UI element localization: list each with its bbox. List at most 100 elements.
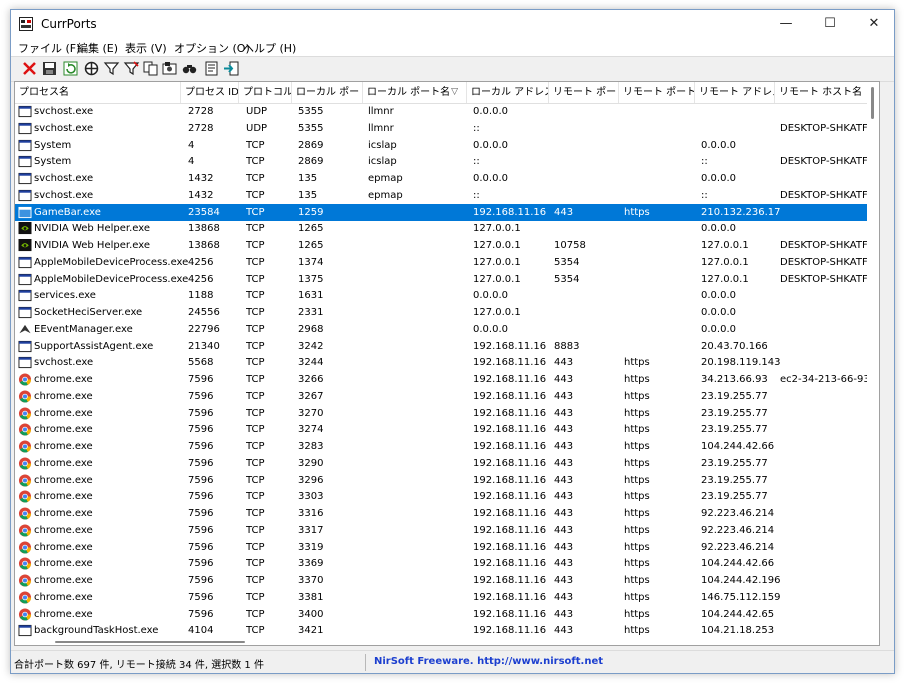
cell-local-address: :: xyxy=(473,156,480,168)
horizontal-scroll-thumb[interactable] xyxy=(55,641,245,643)
copy-icon[interactable] xyxy=(142,60,159,77)
column-header-process-id[interactable]: プロセス ID xyxy=(181,82,239,103)
cell-remote-address: 104.244.42.65 xyxy=(701,608,775,620)
table-row[interactable]: EEventManager.exe 22796 TCP 2968 0.0.0.0 0.0.… xyxy=(15,321,879,338)
properties-icon[interactable] xyxy=(83,60,100,77)
table-row[interactable]: NVIDIA Web Helper.exe 13868 TCP 1265 127.0.0… xyxy=(15,220,879,237)
event-manager-icon xyxy=(19,324,31,333)
html-report-icon[interactable] xyxy=(161,60,178,77)
table-row[interactable]: chrome.exe 7596 TCP 3283 192.168.11.16 443 htt… xyxy=(15,438,879,455)
column-header-remote-address[interactable]: リモート アドレス xyxy=(695,82,775,103)
cell-process-id: 7596 xyxy=(188,390,214,402)
cell-remote-host-name xyxy=(780,622,875,639)
cell-process-name: NVIDIA Web Helper.exe xyxy=(34,240,150,251)
cell-remote-port-name: https xyxy=(624,407,650,419)
table-row[interactable]: chrome.exe 7596 TCP 3316 192.168.11.16 443 htt… xyxy=(15,505,879,522)
refresh-icon[interactable] xyxy=(62,60,79,77)
chrome-icon xyxy=(18,406,32,420)
exit-icon[interactable] xyxy=(223,60,240,77)
table-row[interactable]: chrome.exe 7596 TCP 3274 192.168.11.16 443 htt… xyxy=(15,421,879,438)
table-row[interactable]: GameBar.exe 23584 TCP 1259 192.168.11.16 443 h… xyxy=(15,203,879,221)
cell-local-port: 5355 xyxy=(298,122,324,134)
close-connection-icon[interactable] xyxy=(21,60,38,77)
column-header-remote-port[interactable]: リモート ポート xyxy=(549,82,619,103)
menu-options[interactable]: オプション (O) xyxy=(174,40,250,56)
close-button[interactable]: ✕ xyxy=(852,10,894,38)
minimize-button[interactable]: — xyxy=(764,10,808,38)
table-row[interactable]: chrome.exe 7596 TCP 3381 192.168.11.16 443 htt… xyxy=(15,589,879,606)
table-row[interactable]: chrome.exe 7596 TCP 3317 192.168.11.16 443 htt… xyxy=(15,522,879,539)
table-row[interactable]: services.exe 1188 TCP 1631 0.0.0.0 0.0.0.0 xyxy=(15,287,879,304)
table-row[interactable]: AppleMobileDeviceProcess.exe 4256 TCP 1375 1… xyxy=(15,271,879,288)
table-row[interactable]: chrome.exe 7596 TCP 3270 192.168.11.16 443 htt… xyxy=(15,405,879,422)
vertical-scrollbar[interactable] xyxy=(867,82,879,645)
table-row[interactable]: svchost.exe 2728 UDP 5355 llmnr 0.0.0.0 xyxy=(15,103,879,120)
table-row[interactable]: chrome.exe 7596 TCP 3290 192.168.11.16 443 htt… xyxy=(15,455,879,472)
cell-remote-port: 443 xyxy=(554,357,574,369)
cell-protocol: TCP xyxy=(246,323,265,335)
menu-view[interactable]: 表示 (V) xyxy=(125,40,167,56)
column-header-process-name[interactable]: プロセス名 xyxy=(15,82,181,103)
table-row[interactable]: chrome.exe 7596 TCP 3369 192.168.11.16 443 htt… xyxy=(15,555,879,572)
column-header-local-address[interactable]: ローカル アドレス xyxy=(467,82,549,103)
table-row[interactable]: System 4 TCP 2869 icslap 0.0.0.0 0.0.0.0 xyxy=(15,137,879,154)
filter-icon[interactable] xyxy=(103,60,120,77)
save-icon[interactable] xyxy=(41,60,58,77)
find-icon[interactable] xyxy=(181,60,198,77)
cell-protocol: TCP xyxy=(246,273,265,285)
table-row[interactable]: svchost.exe 2728 UDP 5355 llmnr:: DESKTOP-SHK… xyxy=(15,120,879,137)
cell-process-id: 7596 xyxy=(188,575,214,586)
table-row[interactable]: backgroundTaskHost.exe 4104 TCP 3421 192.168… xyxy=(15,622,879,639)
column-header-local-port[interactable]: ローカル ポート xyxy=(292,82,363,103)
title-bar[interactable]: CurrPorts — ☐ ✕ xyxy=(11,10,894,38)
table-row[interactable]: AppleMobileDeviceProcess.exe 4256 TCP 1374 1… xyxy=(15,254,879,271)
vertical-scroll-thumb[interactable] xyxy=(871,87,874,119)
chrome-icon xyxy=(18,390,32,403)
local-port-name-label: ローカル ポート名 xyxy=(367,87,451,98)
cell-process-id: 4256 xyxy=(188,273,214,285)
table-row[interactable]: chrome.exe 7596 TCP 3296 192.168.11.16 443 htt… xyxy=(15,472,879,489)
table-row[interactable]: SupportAssistAgent.exe 21340 TCP 3242 192.16… xyxy=(15,338,879,355)
table-row[interactable]: chrome.exe 7596 TCP 3400 192.168.11.16 443 htt… xyxy=(15,606,879,623)
report-icon[interactable] xyxy=(203,60,220,77)
cell-local-address: 192.168.11.16 xyxy=(473,390,547,402)
table-row[interactable]: svchost.exe 1432 TCP 135 epmap:::: DESKTOP-SH… xyxy=(15,187,879,204)
table-row[interactable]: svchost.exe 5568 TCP 3244 192.168.11.16 443 ht… xyxy=(15,354,879,371)
table-row[interactable]: svchost.exe 1432 TCP 135 epmap 0.0.0.0 0.0.0.0 xyxy=(15,170,879,187)
menu-edit[interactable]: 編集 (E) xyxy=(77,40,118,56)
cell-remote-port: 443 xyxy=(554,524,574,536)
advanced-filter-icon[interactable] xyxy=(123,60,140,77)
connections-list[interactable]: プロセス名 プロセス ID プロトコル ローカル ポート ローカル ポート名 ▽… xyxy=(14,81,880,646)
cell-protocol: TCP xyxy=(246,608,265,620)
table-row[interactable]: chrome.exe 7596 TCP 3319 192.168.11.16 443 htt… xyxy=(15,539,879,556)
column-header-remote-host-name[interactable]: リモート ホスト名 xyxy=(775,82,869,103)
table-row[interactable]: System 4 TCP 2869 icslap:::: DESKTOP-SHKATF8 xyxy=(15,153,879,170)
cell-process-name: chrome.exe xyxy=(34,474,93,486)
cell-remote-port: 443 xyxy=(554,407,574,419)
table-row[interactable]: SocketHeciServer.exe 24556 TCP 2331 127.0.0.… xyxy=(15,304,879,321)
cell-remote-address: 0.0.0.0 xyxy=(701,139,736,151)
cell-remote-port: 443 xyxy=(554,608,574,620)
cell-remote-address: 20.198.119.143 xyxy=(701,357,781,369)
table-row[interactable]: chrome.exe 7596 TCP 3266 192.168.11.16 443 htt… xyxy=(15,371,879,388)
cell-protocol: TCP xyxy=(246,390,265,402)
app-icon xyxy=(19,17,33,31)
menu-help[interactable]: ヘルプ (H) xyxy=(243,40,296,56)
cell-local-port: 2331 xyxy=(298,307,324,318)
cell-process-name: chrome.exe xyxy=(34,524,93,536)
table-row[interactable]: chrome.exe 7596 TCP 3303 192.168.11.16 443 htt… xyxy=(15,488,879,505)
nirsoft-link[interactable]: NirSoft Freeware. http://www.nirsoft.net xyxy=(374,656,603,667)
cell-remote-port: 443 xyxy=(554,625,574,637)
chrome-icon xyxy=(18,490,32,503)
cell-remote-port: 443 xyxy=(554,491,574,503)
menu-file[interactable]: ファイル (F) xyxy=(18,40,80,56)
cell-remote-host-name xyxy=(780,321,875,338)
column-header-remote-port-name[interactable]: リモート ポート名 xyxy=(619,82,695,103)
table-row[interactable]: chrome.exe 7596 TCP 3370 192.168.11.16 443 htt… xyxy=(15,572,879,589)
table-row[interactable]: chrome.exe 7596 TCP 3267 192.168.11.16 443 htt… xyxy=(15,388,879,405)
cell-process-name: chrome.exe xyxy=(34,541,93,553)
maximize-button[interactable]: ☐ xyxy=(808,10,852,38)
column-header-protocol[interactable]: プロトコル xyxy=(239,82,292,103)
column-header-local-port-name[interactable]: ローカル ポート名 ▽ xyxy=(363,82,467,103)
table-row[interactable]: NVIDIA Web Helper.exe 13868 TCP 1265 127.0.0… xyxy=(15,237,879,254)
